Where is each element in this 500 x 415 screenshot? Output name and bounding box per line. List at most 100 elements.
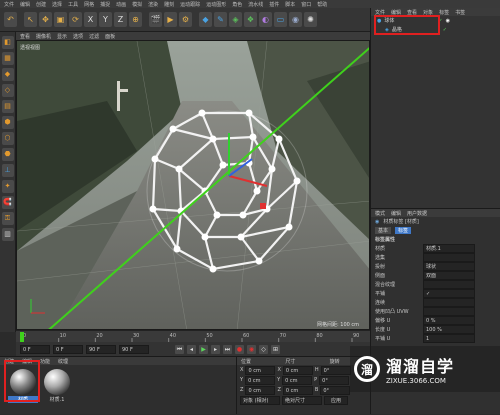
attribute-value-field[interactable]: 双面 [423, 271, 475, 280]
attribute-value-field[interactable] [423, 253, 475, 262]
planar-icon[interactable]: ▥ [1, 228, 14, 241]
menu-item[interactable]: 网格 [84, 1, 94, 8]
attribute-value-field[interactable]: 0 % [423, 316, 475, 325]
menu-item[interactable]: 编辑 [20, 1, 30, 8]
attribute-value-field[interactable]: 球状 [423, 262, 475, 271]
polygon-mode-icon[interactable]: ⬣ [1, 148, 14, 161]
menu-item[interactable]: 帮助 [317, 1, 327, 8]
coord-system-icon[interactable]: ⊕ [129, 12, 142, 27]
menu-item[interactable]: 运动跟踪 [180, 1, 200, 8]
material-menu-item[interactable]: 纹理 [58, 358, 68, 365]
light-icon[interactable]: ✺ [304, 12, 317, 27]
menu-item[interactable]: 创建 [36, 1, 46, 8]
position-field[interactable]: 0 cm [245, 365, 276, 375]
size-field[interactable]: 0 cm [282, 385, 313, 395]
workplane-icon[interactable]: ▤ [1, 100, 14, 113]
rotation-field[interactable]: 0° [320, 385, 351, 395]
prev-key-icon[interactable]: ◂ [187, 344, 196, 354]
material-tag-icon[interactable]: ◉ [446, 18, 450, 24]
menu-item[interactable]: 渲染 [148, 1, 158, 8]
texture-mode-icon[interactable]: ◇ [1, 84, 14, 97]
attribute-value-field[interactable]: ✓ [423, 289, 475, 298]
render-picture-icon[interactable]: ▶ [164, 12, 177, 27]
viewport-menu-item[interactable]: 面板 [105, 33, 115, 40]
tab-tag[interactable]: 标签 [395, 227, 412, 234]
attribute-value-field[interactable] [423, 280, 475, 289]
model-mode-icon[interactable]: ◆ [1, 68, 14, 81]
attribute-menu-item[interactable]: 编辑 [391, 210, 401, 217]
menu-item[interactable]: 脚本 [285, 1, 295, 8]
edge-mode-icon[interactable]: ⬡ [1, 132, 14, 145]
menu-item[interactable]: 运动图形 [206, 1, 226, 8]
attribute-menu-item[interactable]: 用户数据 [407, 210, 427, 217]
apply-button[interactable]: 应用 [324, 395, 348, 405]
attribute-value-field[interactable] [423, 298, 475, 307]
render-view-icon[interactable]: 🎬 [149, 12, 162, 27]
menu-item[interactable]: 文件 [4, 1, 14, 8]
material-menu-item[interactable]: 功能 [40, 358, 50, 365]
render-settings-icon[interactable]: ⚙ [179, 12, 192, 27]
material-item[interactable]: 材质.1 [42, 369, 72, 407]
viewport-menu-item[interactable]: 选项 [73, 33, 83, 40]
move-icon[interactable]: ✥ [39, 12, 52, 27]
play-icon[interactable]: ▶ [199, 344, 208, 354]
attribute-value-field[interactable]: 材质.1 [423, 244, 475, 253]
point-mode-icon[interactable]: ⬢ [1, 116, 14, 129]
axis-x-button[interactable]: X [84, 12, 97, 27]
menu-item[interactable]: 窗口 [301, 1, 311, 8]
subdivision-icon[interactable]: ◈ [229, 12, 242, 27]
array-icon[interactable]: ❖ [244, 12, 257, 27]
menu-item[interactable]: 工具 [68, 1, 78, 8]
scene-icon[interactable]: ▭ [274, 12, 287, 27]
menu-item[interactable]: 动画 [116, 1, 126, 8]
menu-item[interactable]: 模拟 [132, 1, 142, 8]
axis-mode-icon[interactable]: ⊥ [1, 164, 14, 177]
max-frame-field[interactable]: 90 F [119, 344, 149, 354]
record-icon[interactable]: ● [235, 344, 244, 354]
rotation-field[interactable]: 0° [320, 365, 351, 375]
rotate-icon[interactable]: ⟳ [69, 12, 82, 27]
viewport-menu-item[interactable]: 摄像机 [36, 33, 51, 40]
size-field[interactable]: 0 cm [282, 365, 313, 375]
menu-item[interactable]: 角色 [232, 1, 242, 8]
coord-size-mode-select[interactable]: 绝对尺寸 [282, 395, 322, 405]
make-editable-icon[interactable]: ◧ [1, 36, 14, 49]
go-end-icon[interactable]: ⏭ [223, 344, 232, 354]
menu-item[interactable]: 流水线 [248, 1, 263, 8]
object-menu-item[interactable]: 书签 [455, 9, 465, 16]
menu-item[interactable]: 选择 [52, 1, 62, 8]
go-start-icon[interactable]: ⏮ [175, 344, 184, 354]
menu-item[interactable]: 插件 [269, 1, 279, 8]
camera-icon[interactable]: ◉ [289, 12, 302, 27]
coord-mode-select[interactable]: 对象 (相对) [240, 395, 280, 405]
attribute-value-field[interactable]: 1 [423, 334, 475, 343]
cube-icon[interactable]: ◆ [199, 12, 212, 27]
viewport-menu-item[interactable]: 查看 [20, 33, 30, 40]
viewport-menu-item[interactable]: 显示 [57, 33, 67, 40]
menu-item[interactable]: 雕刻 [164, 1, 174, 8]
current-frame-field[interactable]: 0 F [20, 344, 50, 354]
next-key-icon[interactable]: ▸ [211, 344, 220, 354]
menu-item[interactable]: 捕捉 [100, 1, 110, 8]
tweak-icon[interactable]: ✦ [1, 180, 14, 193]
rotation-field[interactable]: 0° [319, 375, 350, 385]
end-frame-field[interactable]: 90 F [86, 344, 116, 354]
attribute-value-field[interactable]: 100 % [423, 325, 475, 334]
autokey-icon[interactable]: ◉ [247, 344, 256, 354]
object-menu-item[interactable]: 标签 [439, 9, 449, 16]
attribute-menu-item[interactable]: 模式 [375, 210, 385, 217]
pen-icon[interactable]: ✎ [214, 12, 227, 27]
timeline[interactable]: 0 10 20 30 40 50 60 70 80 90 [16, 330, 370, 343]
live-select-icon[interactable]: ↖ [24, 12, 37, 27]
attribute-value-field[interactable] [423, 307, 475, 316]
keyframe-icon[interactable]: ◇ [259, 344, 268, 354]
axis-z-button[interactable]: Z [114, 12, 127, 27]
motion-icon[interactable]: ⊞ [271, 344, 280, 354]
visibility-check-icon[interactable]: ✓ [443, 27, 447, 33]
position-field[interactable]: 0 cm [245, 375, 276, 385]
lock-workplane-icon[interactable]: ⚿ [1, 212, 14, 225]
undo-icon[interactable]: ↶ [4, 12, 17, 27]
scale-icon[interactable]: ▣ [54, 12, 67, 27]
position-field[interactable]: 0 cm [245, 385, 276, 395]
viewport-menu-item[interactable]: 过滤 [89, 33, 99, 40]
